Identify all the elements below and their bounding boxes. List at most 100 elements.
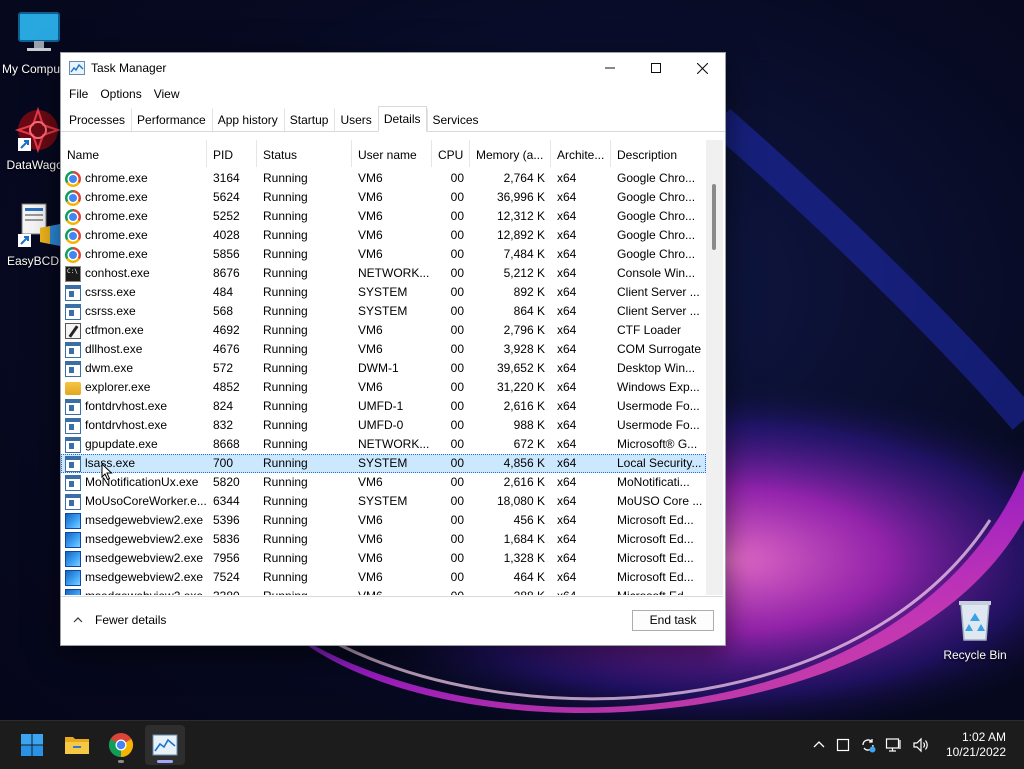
cell-memory: 864 K (513, 304, 545, 318)
cell-architecture: x64 (557, 171, 577, 185)
tab-processes[interactable]: Processes (63, 108, 131, 131)
desktop-icon-recycle-bin[interactable]: Recycle Bin (937, 596, 1013, 662)
chrome-icon (108, 733, 134, 757)
table-row[interactable]: ctfmon.exe 4692 Running VM6 00 2,796 K x64 CTF … (61, 321, 706, 340)
cell-description: COM Surrogate (617, 342, 702, 356)
network-icon[interactable] (885, 737, 903, 753)
table-row[interactable]: chrome.exe 3164 Running VM6 00 2,764 K x64 Goog… (61, 169, 706, 188)
edge-icon (65, 588, 81, 595)
taskbar-file-explorer[interactable] (57, 725, 97, 765)
cell-pid: 3164 (213, 171, 240, 185)
table-row[interactable]: msedgewebview2.exe 5836 Running VM6 00 1,684 … (61, 530, 706, 549)
process-name: gpupdate.exe (85, 437, 158, 451)
taskbar-chrome[interactable] (101, 725, 141, 765)
volume-icon[interactable] (912, 737, 930, 753)
cell-pid: 568 (213, 304, 234, 318)
column-header-architecture[interactable]: Archite... (551, 140, 611, 167)
clock-date: 10/21/2022 (945, 745, 1006, 759)
table-row[interactable]: MoUsoCoreWorker.e... 6344 Running SYSTEM 00 1… (61, 492, 706, 511)
pen-icon (65, 322, 81, 339)
cell-pid: 4028 (213, 228, 240, 242)
menu-options[interactable]: Options (94, 87, 147, 101)
cell-name: csrss.exe (61, 283, 207, 302)
cell-pid: 7956 (213, 551, 240, 565)
vertical-scrollbar[interactable] (706, 140, 723, 595)
cell-architecture: x64 (557, 361, 577, 375)
table-header: ^ Name PID Status User name CPU Memory (… (61, 140, 706, 167)
folder-icon (65, 382, 81, 395)
task-manager-icon (152, 734, 178, 756)
table-row[interactable]: fontdrvhost.exe 832 Running UMFD-0 00 988 K x6… (61, 416, 706, 435)
menu-file[interactable]: File (63, 87, 94, 101)
process-name: msedgewebview2.exe (85, 587, 203, 595)
cell-user-name: NETWORK... (358, 437, 430, 451)
title-bar[interactable]: Task Manager (61, 53, 725, 83)
table-row[interactable]: explorer.exe 4852 Running VM6 00 31,220 K x64 W… (61, 378, 706, 397)
table-row[interactable]: csrss.exe 568 Running SYSTEM 00 864 K x64 Clien… (61, 302, 706, 321)
taskbar-clock[interactable]: 1:02 AM 10/21/2022 (946, 730, 1006, 760)
tab-details[interactable]: Details (377, 106, 427, 132)
cell-pid: 5624 (213, 190, 240, 204)
cell-name: msedgewebview2.exe (61, 587, 207, 595)
cell-pid: 832 (213, 418, 234, 432)
scrollbar-thumb[interactable] (712, 184, 716, 250)
column-header-user-name[interactable]: User name (352, 140, 432, 167)
table-row[interactable]: chrome.exe 4028 Running VM6 00 12,892 K x64 Goo… (61, 226, 706, 245)
cell-status: Running (263, 437, 308, 451)
cell-pid: 5396 (213, 513, 240, 527)
table-row[interactable]: dwm.exe 572 Running DWM-1 00 39,652 K x64 Deskt… (61, 359, 706, 378)
table-row[interactable]: MoNotificationUx.exe 5820 Running VM6 00 2,61… (61, 473, 706, 492)
table-row[interactable]: msedgewebview2.exe 5396 Running VM6 00 456 K x… (61, 511, 706, 530)
minimize-button[interactable] (587, 53, 633, 83)
table-row[interactable]: conhost.exe 8676 Running NETWORK... 00 5,212 … (61, 264, 706, 283)
cell-architecture: x64 (557, 247, 577, 261)
cell-name: chrome.exe (61, 245, 207, 264)
cell-pid: 5820 (213, 475, 240, 489)
close-button[interactable] (679, 53, 725, 83)
table-row[interactable]: chrome.exe 5856 Running VM6 00 7,484 K x64 Goog… (61, 245, 706, 264)
column-header-pid[interactable]: PID (207, 140, 257, 167)
fewer-details-button[interactable]: Fewer details (73, 613, 166, 627)
table-row[interactable]: chrome.exe 5624 Running VM6 00 36,996 K x64 Goo… (61, 188, 706, 207)
cell-architecture: x64 (557, 551, 577, 565)
menu-view[interactable]: View (148, 87, 186, 101)
cell-description: Microsoft Ed... (617, 570, 694, 584)
cell-name: chrome.exe (61, 226, 207, 245)
table-row[interactable]: dllhost.exe 4676 Running VM6 00 3,928 K x64 COM… (61, 340, 706, 359)
table-row[interactable]: fontdrvhost.exe 824 Running UMFD-1 00 2,616 K… (61, 397, 706, 416)
process-name: csrss.exe (85, 304, 136, 318)
tab-services[interactable]: Services (426, 108, 485, 131)
sync-update-icon[interactable] (860, 737, 876, 753)
tab-performance[interactable]: Performance (131, 108, 212, 131)
tab-startup[interactable]: Startup (283, 108, 335, 131)
show-hidden-icons-chevron-icon[interactable] (812, 738, 826, 752)
taskbar-task-manager[interactable] (145, 725, 185, 765)
table-row[interactable]: msedgewebview2.exe 3380RunningVM600288 Kx… (61, 587, 706, 595)
tab-app-history[interactable]: App history (211, 108, 284, 131)
column-header-name[interactable]: ^ Name (61, 140, 207, 167)
datawagon-icon (14, 106, 62, 154)
table-row[interactable]: gpupdate.exe 8668 Running NETWORK... 00 672 K… (61, 435, 706, 454)
chrome-icon (65, 170, 81, 187)
cell-architecture: x64 (557, 494, 577, 508)
table-row[interactable]: lsass.exe 700 Running SYSTEM 00 4,856 K x64 Loc… (61, 454, 706, 473)
column-header-status[interactable]: Status (257, 140, 352, 167)
column-header-memory[interactable]: Memory (a... (470, 140, 551, 167)
table-row[interactable]: msedgewebview2.exe 7524 Running VM6 00 464 K x… (61, 568, 706, 587)
column-header-description[interactable]: Description (611, 140, 706, 167)
maximize-button[interactable] (633, 53, 679, 83)
table-row[interactable]: msedgewebview2.exe 7956 Running VM6 00 1,328 … (61, 549, 706, 568)
cell-status: Running (263, 551, 308, 565)
table-row[interactable]: csrss.exe 484 Running SYSTEM 00 892 K x64 Clien… (61, 283, 706, 302)
end-task-button[interactable]: End task (632, 610, 714, 631)
cell-architecture: x64 (551, 587, 611, 595)
column-header-cpu[interactable]: CPU (432, 140, 470, 167)
start-button[interactable] (12, 725, 52, 765)
tray-app-icon[interactable] (836, 738, 850, 752)
process-name: msedgewebview2.exe (85, 551, 204, 565)
process-name: explorer.exe (85, 380, 151, 394)
table-row[interactable]: chrome.exe 5252 Running VM6 00 12,312 K x64 Goo… (61, 207, 706, 226)
tab-users[interactable]: Users (334, 108, 377, 131)
cell-architecture: x64 (557, 399, 577, 413)
app-icon (65, 493, 81, 510)
